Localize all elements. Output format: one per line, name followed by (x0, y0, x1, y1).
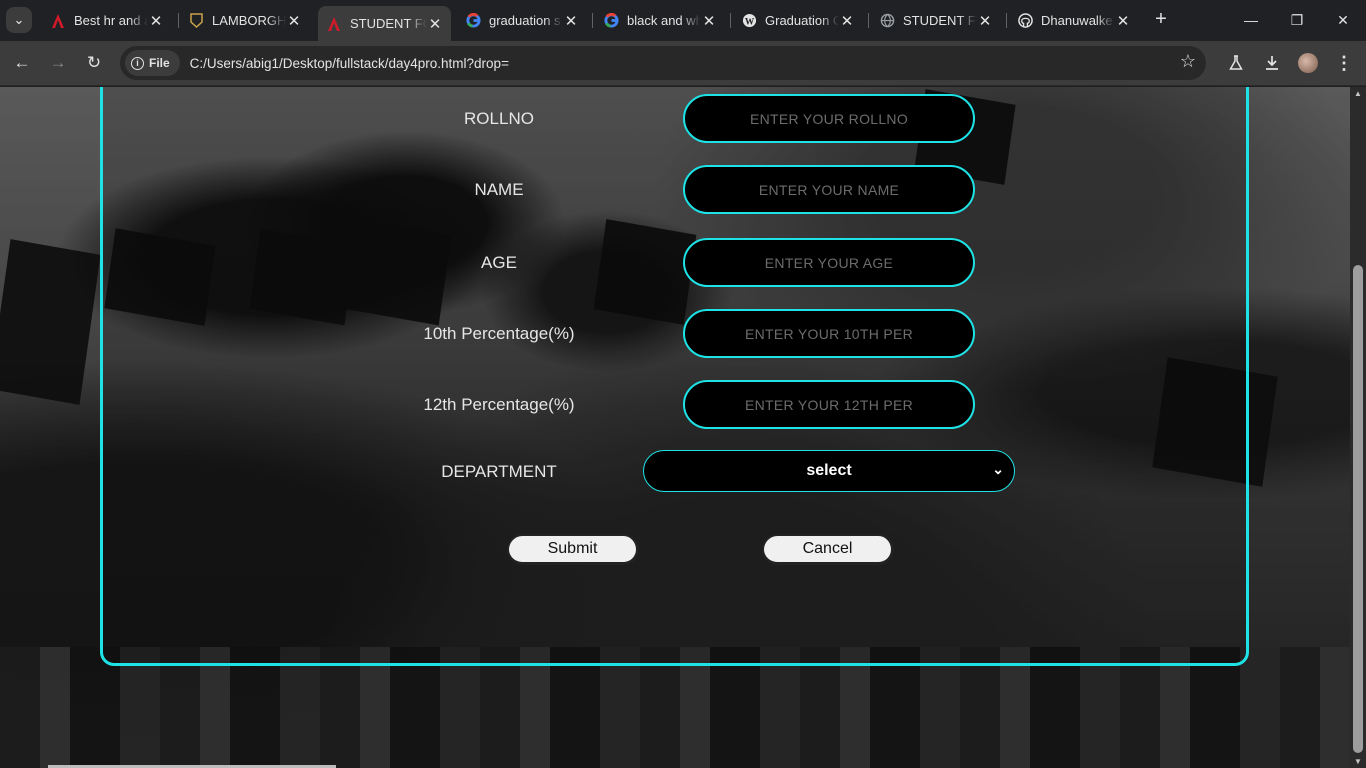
tab-title: Graduation C (765, 13, 839, 28)
tab-separator (178, 13, 179, 28)
file-chip-label: File (149, 56, 170, 70)
menu-button[interactable]: ⋮ (1330, 49, 1358, 77)
star-icon[interactable]: ☆ (1180, 51, 1196, 72)
lamborghini-icon (188, 13, 204, 29)
submit-button[interactable]: Submit (507, 534, 639, 565)
download-icon (1266, 56, 1278, 70)
tab-title: black and wh (627, 13, 701, 28)
close-icon: ✕ (1337, 11, 1349, 28)
restore-icon: ❐ (1290, 11, 1304, 28)
tab-7[interactable]: STUDENT FO ✕ (871, 6, 1001, 35)
department-label: DEPARTMENT (441, 462, 557, 481)
close-icon[interactable]: ✕ (977, 12, 993, 30)
name-input[interactable] (683, 165, 975, 214)
age-label: AGE (481, 253, 517, 272)
tab-1[interactable]: Best hr and a ✕ (42, 6, 172, 35)
url-text[interactable]: C:/Users/abig1/Desktop/fullstack/day4pro… (190, 56, 509, 71)
tab-separator (1006, 13, 1007, 28)
minimize-icon: — (1244, 12, 1258, 28)
close-window-button[interactable]: ✕ (1320, 0, 1366, 40)
google-icon (603, 13, 619, 29)
scrollbar-thumb[interactable] (1353, 265, 1363, 753)
tab-5[interactable]: black and wh ✕ (595, 6, 725, 35)
tab-title: Best hr and a (74, 13, 148, 28)
twelfth-percentage-label: 12th Percentage(%) (423, 395, 575, 414)
downloads-button[interactable] (1258, 49, 1286, 77)
reload-icon: ↻ (86, 53, 102, 72)
address-bar[interactable]: i File C:/Users/abig1/Desktop/fullstack/… (120, 46, 1206, 80)
tab-title: STUDENT FORM (350, 16, 427, 31)
scroll-down-arrow-icon[interactable]: ▼ (1354, 757, 1362, 766)
more-vert-icon: ⋮ (1335, 52, 1353, 73)
chevron-down-icon: ⌄ (992, 461, 1004, 477)
new-tab-button[interactable]: + (1150, 8, 1172, 30)
tab-title: graduation s (489, 13, 561, 28)
restore-button[interactable]: ❐ (1274, 0, 1320, 40)
forward-button[interactable]: → (44, 49, 72, 77)
tab-separator (868, 13, 869, 28)
tab-strip: ⌄ Best hr and a ✕ LAMBORGHINI ✕ STUDENT … (0, 0, 1366, 41)
close-icon[interactable]: ✕ (286, 12, 302, 30)
tab-separator (592, 13, 593, 28)
globe-icon (879, 13, 895, 29)
cancel-button[interactable]: Cancel (762, 534, 894, 565)
age-input[interactable] (683, 238, 975, 287)
arrow-left-icon: ← (13, 53, 31, 72)
tab-6[interactable]: W Graduation C ✕ (733, 6, 863, 35)
name-label: NAME (474, 180, 524, 199)
tab-8[interactable]: Dhanuwalke ✕ (1009, 6, 1139, 35)
tenth-percentage-input[interactable] (683, 309, 975, 358)
tenth-percentage-label: 10th Percentage(%) (423, 324, 575, 343)
browser-toolbar: ← → ↻ i File C:/Users/abig1/Desktop/full… (0, 41, 1366, 86)
wordpress-icon: W (741, 13, 757, 29)
close-icon[interactable]: ✕ (427, 15, 443, 33)
back-button[interactable]: ← (8, 49, 36, 77)
twelfth-percentage-input[interactable] (683, 380, 975, 429)
student-form-card: ROLLNO NAME AGE 10th Percentage(%) 12th … (100, 87, 1249, 666)
rollno-label: ROLLNO (464, 109, 534, 128)
tab-4[interactable]: graduation s ✕ (457, 6, 587, 35)
info-icon: i (131, 56, 144, 70)
department-selected-value: select (806, 462, 852, 479)
vertical-scrollbar[interactable]: ▲ ▼ (1350, 87, 1366, 768)
tab-3-active[interactable]: STUDENT FORM ✕ (318, 6, 451, 41)
site-info-chip[interactable]: i File (125, 50, 180, 76)
minimize-button[interactable]: — (1228, 0, 1274, 40)
google-icon (465, 13, 481, 29)
close-icon[interactable]: ✕ (1115, 12, 1131, 30)
close-icon[interactable]: ✕ (701, 12, 717, 30)
close-icon[interactable]: ✕ (839, 12, 855, 30)
tab-title: STUDENT FO (903, 13, 977, 28)
labs-button[interactable] (1222, 49, 1250, 77)
arrow-right-icon: → (49, 53, 67, 72)
tab-2[interactable]: LAMBORGHINI ✕ (180, 6, 310, 35)
profile-button[interactable] (1294, 49, 1322, 77)
close-icon[interactable]: ✕ (148, 12, 164, 30)
github-icon (1017, 13, 1033, 29)
tab-title: LAMBORGHINI (212, 13, 286, 28)
tab-title: Dhanuwalke (1041, 13, 1113, 28)
red-a-icon (326, 16, 342, 32)
avatar (1298, 53, 1318, 73)
department-select[interactable]: select ⌄ (643, 450, 1015, 492)
reload-button[interactable]: ↻ (80, 49, 108, 77)
close-icon[interactable]: ✕ (563, 12, 579, 30)
svg-text:W: W (744, 17, 754, 27)
rollno-input[interactable] (683, 94, 975, 143)
scroll-up-arrow-icon[interactable]: ▲ (1354, 89, 1362, 98)
page-viewport: ROLLNO NAME AGE 10th Percentage(%) 12th … (0, 87, 1350, 768)
tab-search-button[interactable]: ⌄ (6, 7, 32, 33)
red-a-icon (50, 13, 66, 29)
flask-icon (1229, 55, 1243, 70)
chevron-down-icon: ⌄ (13, 12, 25, 27)
tab-separator (730, 13, 731, 28)
